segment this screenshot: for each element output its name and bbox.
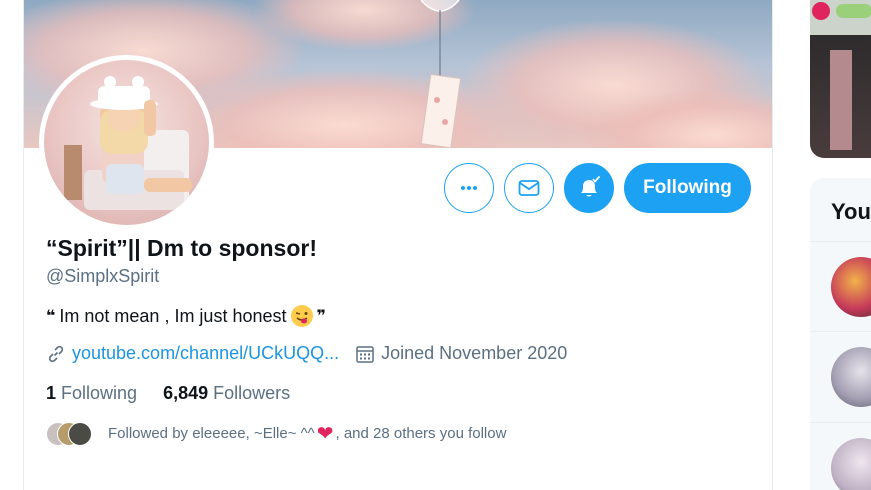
profile-column: Following “Spirit”|| Dm to sponsor! @Sim… — [23, 0, 773, 490]
panel-title: You — [831, 199, 871, 224]
avatar-image — [64, 76, 192, 210]
avatar — [68, 421, 92, 446]
bio-open-quote: ❝ — [46, 308, 56, 325]
joined-date: Joined November 2020 — [381, 343, 568, 363]
website-link[interactable]: youtube.com/channel/UCkUQQ... — [72, 343, 339, 364]
user-handle: @SimplxSpirit — [46, 266, 160, 286]
image-detail — [830, 50, 852, 150]
bio-text: Im not mean , Im just honest — [59, 305, 287, 326]
notifications-button[interactable] — [564, 163, 614, 213]
sidebar-media-image[interactable] — [810, 0, 871, 158]
winking-tongue-emoji-icon — [290, 305, 313, 327]
wind-chime-image — [420, 0, 461, 148]
followers-label: Followers — [213, 383, 291, 403]
link-icon — [48, 345, 64, 362]
display-name: “Spirit”|| Dm to sponsor! — [46, 235, 317, 261]
divider — [810, 241, 871, 242]
badge-icon — [812, 2, 830, 20]
followed-by-suffix: , and 28 others you follow — [335, 425, 507, 442]
calendar-icon — [356, 345, 374, 363]
profile-bio: ❝ Im not mean , Im just honest ❞ — [46, 305, 326, 327]
profile-avatar[interactable] — [39, 55, 214, 230]
followed-by-avatars — [46, 421, 96, 446]
more-icon — [461, 186, 477, 190]
followed-by-prefix: Followed by eleeeee, ~Elle~ ^^ — [108, 425, 315, 442]
profile-meta: youtube.com/channel/UCkUQQ... Joined Nov… — [46, 343, 567, 364]
divider — [810, 422, 871, 423]
profile-actions: Following — [444, 163, 751, 213]
bio-close-quote: ❞ — [316, 308, 326, 325]
bell-check-icon — [581, 175, 601, 197]
following-count: 1 — [46, 383, 57, 403]
message-button[interactable] — [504, 163, 554, 213]
follow-stats: 1 Following 6,849 Followers — [46, 383, 290, 404]
right-sidebar: You — [810, 0, 871, 490]
following-stat[interactable]: 1 Following — [46, 383, 137, 404]
followers-stat[interactable]: 6,849 Followers — [163, 383, 290, 404]
following-button[interactable]: Following — [624, 163, 751, 213]
mail-icon — [518, 180, 540, 196]
followed-by[interactable]: Followed by eleeeee, ~Elle~ ^^ ❤ , and 2… — [46, 421, 506, 446]
heart-icon: ❤ — [316, 423, 334, 445]
following-label: Following — [61, 383, 138, 403]
divider — [810, 331, 871, 332]
followers-count: 6,849 — [163, 383, 209, 403]
sticker-icon — [836, 4, 871, 18]
more-button[interactable] — [444, 163, 494, 213]
